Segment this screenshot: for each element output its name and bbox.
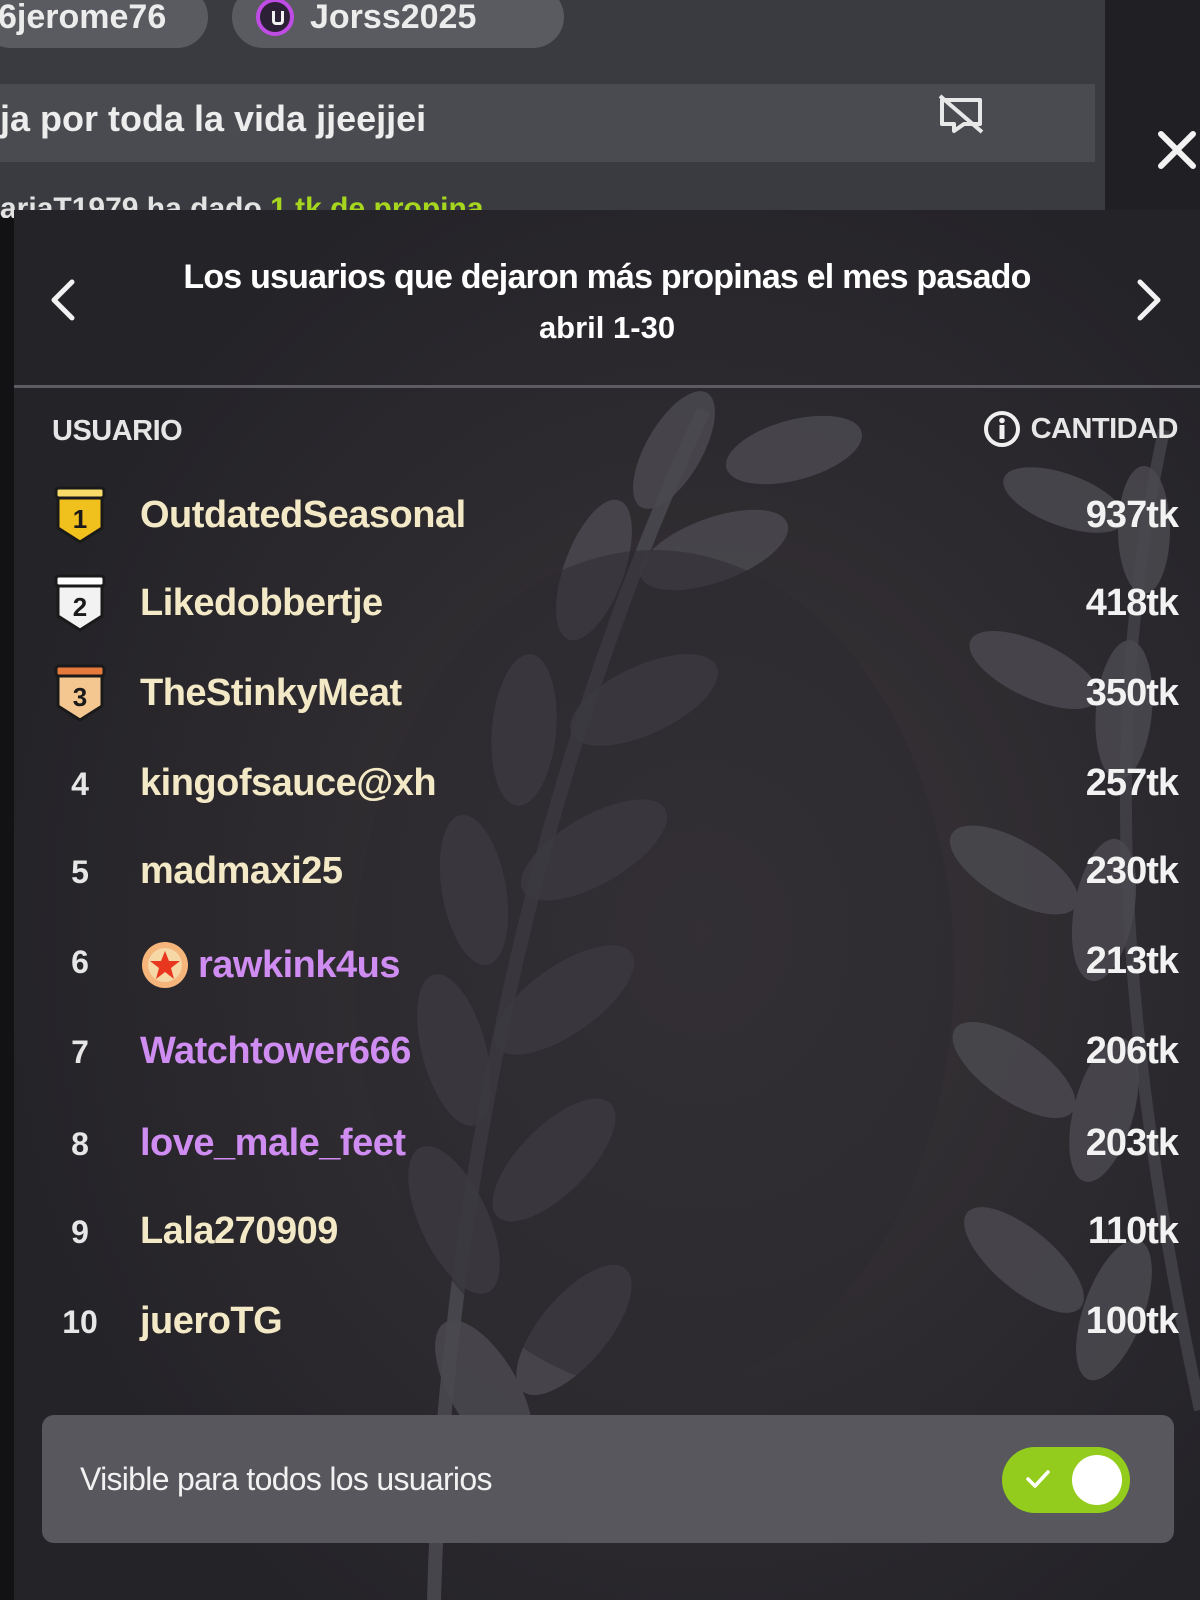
gold-medal-icon: 1 xyxy=(54,486,106,544)
rank-number: 9 xyxy=(71,1214,89,1250)
leaderboard-username[interactable]: madmaxi25 xyxy=(140,850,343,893)
column-header-amount: CANTIDAD xyxy=(983,410,1179,448)
leaderboard-row: 2 Likedobbertje 418tk xyxy=(14,568,1200,638)
leaderboard-amount: 937tk xyxy=(1085,494,1179,536)
leaderboard-panel: Los usuarios que dejaron más propinas el… xyxy=(14,210,1200,1600)
screen: 6jerome76 Jorss2025 ja por toda la vida … xyxy=(0,0,1200,1600)
leaderboard-username[interactable]: TheStinkyMeat xyxy=(140,672,402,715)
leaderboard-row: 4 kingofsauce@xh 257tk xyxy=(14,748,1200,818)
leaderboard-username[interactable]: jueroTG xyxy=(140,1300,283,1343)
chat-message-text: ja por toda la vida jjeejjei xyxy=(0,98,427,139)
visibility-setting: Visible para todos los usuarios xyxy=(42,1415,1174,1543)
svg-text:2: 2 xyxy=(73,592,87,622)
leaderboard-amount: 257tk xyxy=(1085,762,1179,804)
leaderboard-username[interactable]: Likedobbertje xyxy=(140,582,383,625)
leaderboard-amount: 213tk xyxy=(1085,940,1179,982)
visibility-label: Visible para todos los usuarios xyxy=(80,1461,492,1497)
user-avatar-icon xyxy=(256,0,294,36)
leaderboard-amount: 350tk xyxy=(1085,672,1179,714)
leaderboard-username[interactable]: Lala270909 xyxy=(140,1210,338,1253)
leaderboard-row: 9 Lala270909 110tk xyxy=(14,1196,1200,1266)
bronze-medal-icon: 3 xyxy=(54,664,106,722)
column-header-amount-label: CANTIDAD xyxy=(1030,412,1179,445)
leaderboard-period: abril 1-30 xyxy=(538,310,676,345)
svg-text:1: 1 xyxy=(73,504,87,534)
leaderboard-username[interactable]: Watchtower666 xyxy=(140,1030,411,1073)
leaderboard-amount: 230tk xyxy=(1085,850,1179,892)
leaderboard-row: 6 rawkink4us 213tk xyxy=(14,926,1200,996)
rank-number: 4 xyxy=(71,766,89,802)
close-icon[interactable] xyxy=(1155,128,1199,172)
header-divider xyxy=(14,385,1200,388)
chat-user-pill[interactable]: Jorss2025 xyxy=(232,0,564,48)
leaderboard-row: 3 TheStinkyMeat 350tk xyxy=(14,658,1200,728)
leaderboard-row: 7 Watchtower666 206tk xyxy=(14,1016,1200,1086)
leaderboard-amount: 203tk xyxy=(1085,1122,1179,1164)
leaderboard-username-with-badge[interactable]: rawkink4us xyxy=(140,940,401,990)
leaderboard-amount: 100tk xyxy=(1085,1300,1179,1342)
column-header-user: USUARIO xyxy=(52,415,183,447)
info-icon[interactable] xyxy=(983,410,1021,448)
leaderboard-row: 5 madmaxi25 230tk xyxy=(14,836,1200,906)
leaderboard-username[interactable]: love_male_feet xyxy=(140,1122,406,1165)
rank-number: 8 xyxy=(71,1126,89,1162)
rank-number: 6 xyxy=(71,944,89,980)
leaderboard-row: 1 OutdatedSeasonal 937tk xyxy=(14,480,1200,550)
leaderboard-amount: 206tk xyxy=(1085,1030,1179,1072)
right-strip xyxy=(1105,0,1200,245)
leaderboard-username[interactable]: OutdatedSeasonal xyxy=(140,494,466,537)
silver-medal-icon: 2 xyxy=(54,574,106,632)
toggle-knob xyxy=(1072,1455,1122,1505)
leaderboard-username: rawkink4us xyxy=(198,943,401,986)
rank-number: 5 xyxy=(71,854,89,890)
rank-number: 7 xyxy=(71,1034,89,1070)
chat-user-pill[interactable]: 6jerome76 xyxy=(0,0,208,48)
leaderboard-row: 8 love_male_feet 203tk xyxy=(14,1108,1200,1178)
hide-message-icon[interactable] xyxy=(938,94,984,134)
star-badge-icon xyxy=(142,942,188,988)
leaderboard-username[interactable]: kingofsauce@xh xyxy=(140,762,437,805)
svg-text:3: 3 xyxy=(73,682,87,712)
leaderboard-title: Los usuarios que dejaron más propinas el… xyxy=(183,258,1031,296)
leaderboard-amount: 418tk xyxy=(1085,582,1179,624)
chat-username: Jorss2025 xyxy=(310,0,477,36)
check-icon xyxy=(1026,1470,1050,1488)
chat-username: 6jerome76 xyxy=(0,0,167,36)
visibility-toggle[interactable] xyxy=(1002,1447,1130,1513)
rank-number: 10 xyxy=(62,1304,98,1340)
chevron-left-icon[interactable] xyxy=(38,270,90,330)
leaderboard-amount: 110tk xyxy=(1087,1210,1179,1252)
leaderboard-row: 10 jueroTG 100tk xyxy=(14,1286,1200,1356)
